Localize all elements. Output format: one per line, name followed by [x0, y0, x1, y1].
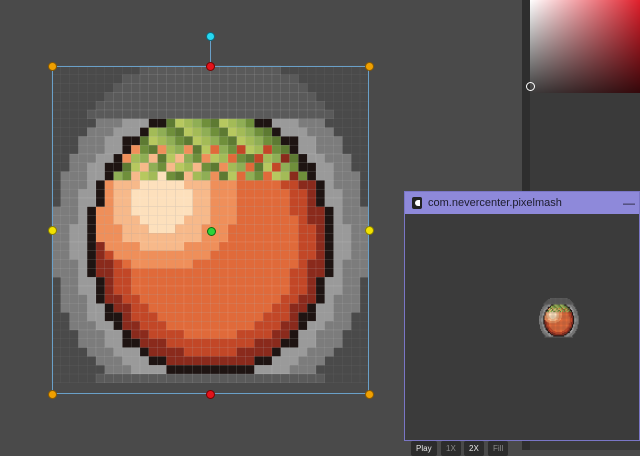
top-left-corner-handle[interactable] [48, 62, 57, 71]
play-button[interactable]: Play [411, 441, 437, 456]
preview-window: com.nevercenter.pixelmash — Play 1X 2X F… [404, 191, 640, 456]
preview-thumbnail [539, 298, 579, 338]
zoom-1x-button[interactable]: 1X [441, 441, 461, 456]
bottom-edge-handle[interactable] [206, 390, 215, 399]
rotate-handle[interactable] [206, 32, 215, 41]
color-picker-cursor[interactable] [526, 82, 535, 91]
top-right-corner-handle[interactable] [365, 62, 374, 71]
bottom-right-corner-handle[interactable] [365, 390, 374, 399]
center-pivot-handle[interactable] [207, 227, 216, 236]
zoom-2x-button[interactable]: 2X [464, 441, 484, 456]
saturation-value-picker[interactable] [526, 0, 640, 93]
pixelmash-app-icon [412, 197, 422, 209]
minimize-button[interactable]: — [619, 196, 639, 210]
preview-titlebar[interactable]: com.nevercenter.pixelmash — [405, 192, 639, 214]
preview-body: Play 1X 2X Fill [405, 214, 639, 456]
top-edge-handle[interactable] [206, 62, 215, 71]
fill-button[interactable]: Fill [488, 441, 509, 456]
left-edge-handle[interactable] [48, 226, 57, 235]
preview-window-title: com.nevercenter.pixelmash [428, 197, 562, 209]
bottom-left-corner-handle[interactable] [48, 390, 57, 399]
right-edge-handle[interactable] [365, 226, 374, 235]
